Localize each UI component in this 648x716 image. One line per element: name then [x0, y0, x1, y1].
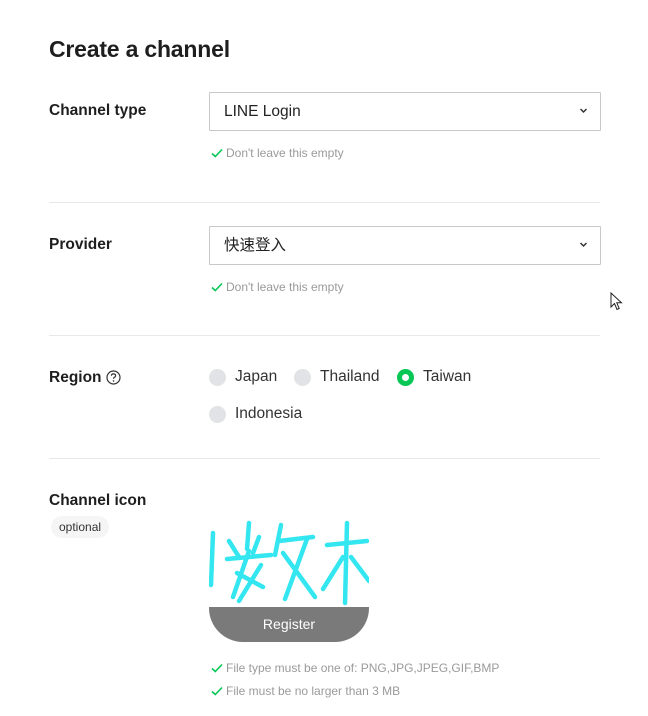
- channel-icon-uploader[interactable]: Register: [209, 515, 369, 642]
- region-radio-thailand[interactable]: Thailand: [294, 368, 379, 386]
- channel-type-value: LINE Login: [224, 103, 301, 120]
- region-option-label: Indonesia: [235, 405, 303, 422]
- check-icon: [211, 148, 223, 158]
- channel-type-hint-text: Don't leave this empty: [226, 146, 344, 160]
- optional-badge: optional: [51, 516, 110, 538]
- region-radio-japan[interactable]: Japan: [209, 368, 277, 386]
- create-channel-page: Create a channel Channel type LINE Login…: [0, 0, 648, 716]
- section-divider: [49, 335, 600, 336]
- file-type-hint-text: File type must be one of: PNG,JPG,JPEG,G…: [226, 661, 500, 675]
- channel-type-label: Channel type: [49, 102, 147, 119]
- channel-icon-image: [209, 520, 369, 606]
- register-button[interactable]: Register: [209, 607, 369, 642]
- region-label: Region: [49, 369, 102, 386]
- region-option-label: Taiwan: [423, 368, 472, 385]
- provider-hint: Don't leave this empty: [211, 280, 344, 294]
- radio-button-icon: [294, 368, 311, 386]
- section-divider: [49, 202, 600, 203]
- page-title: Create a channel: [49, 36, 230, 62]
- channel-icon-label: Channel icon: [49, 492, 147, 509]
- file-type-hint: File type must be one of: PNG,JPG,JPEG,G…: [211, 661, 499, 675]
- mouse-cursor-icon: [610, 292, 623, 311]
- radio-button-icon: [209, 368, 226, 386]
- provider-select[interactable]: 快速登入: [209, 226, 601, 265]
- channel-type-select[interactable]: LINE Login: [209, 92, 601, 131]
- file-size-hint-text: File must be no larger than 3 MB: [226, 684, 401, 698]
- file-size-hint: File must be no larger than 3 MB: [211, 684, 400, 698]
- provider-hint-text: Don't leave this empty: [226, 280, 344, 294]
- region-option-label: Japan: [235, 368, 278, 385]
- region-radio-indonesia[interactable]: Indonesia: [209, 405, 302, 423]
- check-icon: [211, 282, 223, 292]
- check-icon: [211, 686, 223, 696]
- radio-button-icon: [209, 405, 226, 423]
- channel-type-hint: Don't leave this empty: [211, 146, 344, 160]
- chevron-down-icon: [579, 108, 588, 114]
- region-radio-taiwan[interactable]: Taiwan: [397, 368, 471, 386]
- chevron-down-icon: [579, 242, 588, 248]
- radio-button-selected-icon: [397, 368, 414, 386]
- provider-value: 快速登入: [224, 237, 287, 254]
- region-option-label: Thailand: [320, 368, 380, 385]
- help-icon[interactable]: [106, 370, 121, 385]
- section-divider: [49, 458, 600, 459]
- provider-label: Provider: [49, 236, 112, 253]
- check-icon: [211, 663, 223, 673]
